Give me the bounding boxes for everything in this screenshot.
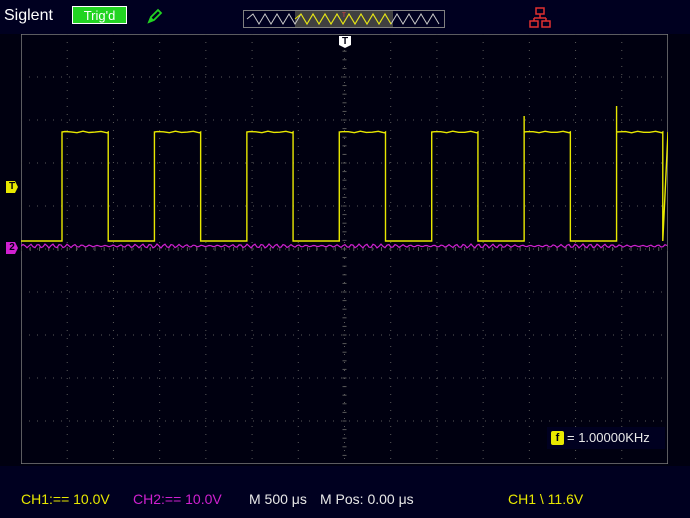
memory-overview-bar: T <box>243 10 445 28</box>
ch2-ground-marker[interactable]: 2 <box>6 242 18 254</box>
timebase[interactable]: M 500 μs <box>249 491 307 507</box>
horizontal-position[interactable]: M Pos: 0.00 μs <box>320 491 414 507</box>
ch2-scale[interactable]: CH2:== 10.0V <box>133 491 222 507</box>
trigger-level-marker[interactable]: T <box>6 181 18 193</box>
trigger-setting[interactable]: CH1 \ 11.6V <box>508 491 583 507</box>
svg-text:T: T <box>342 13 346 19</box>
pen-icon[interactable] <box>145 6 165 26</box>
top-bar: Siglent Trig'd T <box>0 0 690 34</box>
trigger-status-badge: Trig'd <box>72 6 127 24</box>
frequency-value: = 1.00000KHz <box>567 430 650 445</box>
brand-logo: Siglent <box>4 7 53 24</box>
network-icon <box>529 7 551 28</box>
frequency-readout: f = 1.00000KHz <box>547 427 665 449</box>
waveform-display[interactable] <box>21 34 668 464</box>
ch1-scale[interactable]: CH1:== 10.0V <box>21 491 110 507</box>
frequency-icon: f <box>551 431 564 445</box>
